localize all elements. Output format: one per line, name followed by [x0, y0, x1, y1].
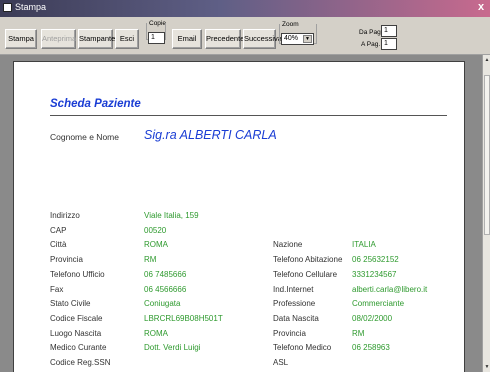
field-label: Codice Fiscale [50, 313, 103, 323]
field-value: 3331234567 [352, 269, 397, 279]
field-label: Città [50, 240, 67, 250]
email-button[interactable]: Email [172, 29, 202, 49]
field-label: Telefono Ufficio [50, 269, 105, 279]
field-value: ROMA [144, 328, 168, 338]
field-label: Fax [50, 284, 64, 294]
field-value: RM [352, 328, 365, 338]
field-value: Dott. Verdi Luigi [144, 343, 201, 353]
zoom-value: 40% [284, 35, 299, 42]
field-value: Viale Italia, 159 [144, 211, 199, 220]
field-label: CAP [50, 225, 67, 235]
field-label: Indirizzo [50, 211, 80, 220]
field-label: Codice Reg.SSN [50, 358, 111, 367]
field-value: 06 25632152 [352, 255, 399, 265]
patient-name: Sig.ra ALBERTI CARLA [144, 128, 277, 142]
section-title: Scheda Paziente [50, 98, 141, 110]
exit-button[interactable]: Esci [115, 29, 139, 49]
field-label: Telefono Medico [273, 343, 332, 353]
field-value: Coniugata [144, 299, 181, 309]
field-value: 06 7485666 [144, 269, 187, 279]
field-value: 08/02/2000 [352, 313, 393, 323]
field-value: 06 258963 [352, 343, 390, 353]
field-value: 06 4566666 [144, 284, 187, 294]
window-title: Stampa [15, 2, 47, 12]
field-label: Nazione [273, 240, 303, 250]
field-value: LBRCRL69B08H501T [144, 313, 223, 323]
field-value: alberti.carla@libero.it [352, 284, 428, 294]
vertical-scrollbar[interactable]: ▲ ▼ [482, 55, 490, 372]
zoom-select[interactable]: 40% ▼ [281, 33, 314, 45]
printer-button[interactable]: Stampante [78, 29, 115, 49]
section-divider [50, 115, 447, 116]
scroll-thumb[interactable] [484, 75, 490, 235]
field-label: Data Nascita [273, 313, 319, 323]
next-button[interactable]: Successiva [243, 29, 282, 49]
field-label: Ind.Internet [273, 284, 314, 294]
field-label: Provincia [50, 255, 83, 265]
field-value: Commerciante [352, 299, 405, 309]
scroll-down-icon[interactable]: ▼ [483, 364, 490, 370]
field-value: ROMA [144, 240, 168, 250]
field-label: Stato Civile [50, 299, 91, 309]
toolbar: Stampa Anteprima Stampante Esci Copie 1 … [0, 17, 490, 55]
field-label: Provincia [273, 328, 306, 338]
print-button[interactable]: Stampa [5, 29, 37, 49]
field-value: RM [144, 255, 157, 265]
field-label: Professione [273, 299, 316, 309]
field-label: Medico Curante [50, 343, 107, 353]
field-label: Telefono Cellulare [273, 269, 338, 279]
to-page-input[interactable]: 1 [381, 38, 397, 50]
field-label: Luogo Nascita [50, 328, 102, 338]
chevron-down-icon[interactable]: ▼ [303, 35, 312, 43]
copies-input[interactable]: 1 [148, 32, 165, 44]
preview-button[interactable]: Anteprima [41, 29, 76, 49]
title-bar: Stampa x [0, 0, 490, 17]
report-page: Scheda Paziente Cognome e Nome Sig.ra AL… [13, 61, 465, 372]
name-label: Cognome e Nome [50, 132, 119, 142]
previous-button[interactable]: Precedente [205, 29, 244, 49]
field-label: ASL [273, 358, 289, 367]
from-page-label: Da Pag. [359, 29, 383, 36]
field-value: ITALIA [352, 240, 376, 250]
scroll-up-icon[interactable]: ▲ [483, 57, 490, 63]
close-button[interactable]: x [474, 1, 488, 14]
to-page-label: A Pag. [361, 41, 381, 48]
preview-area: Scheda Paziente Cognome e Nome Sig.ra AL… [0, 55, 482, 372]
window-icon [3, 3, 12, 12]
field-label: Telefono Abitazione [273, 255, 343, 265]
field-value: 00520 [144, 225, 167, 235]
from-page-input[interactable]: 1 [381, 25, 397, 37]
